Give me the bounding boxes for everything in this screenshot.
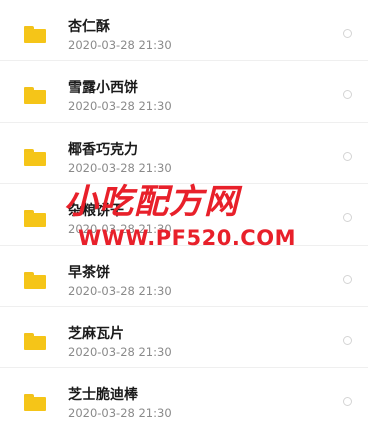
list-item[interactable]: 杂粮饼干 2020-03-28 21:30: [0, 184, 368, 246]
list-item[interactable]: 椰香巧克力 2020-03-28 21:30: [0, 123, 368, 185]
folder-icon: [24, 271, 46, 289]
select-radio-icon[interactable]: [343, 151, 352, 161]
folder-icon: [24, 148, 46, 166]
file-date: 2020-03-28 21:30: [68, 99, 172, 114]
folder-icon: [24, 26, 46, 43]
list-item[interactable]: 雪露小西饼 2020-03-28 21:30: [0, 61, 368, 123]
file-list: 杏仁酥 2020-03-28 21:30 雪露小西饼 2020-03-28 21…: [0, 0, 368, 430]
file-date: 2020-03-28 21:30: [68, 283, 172, 298]
file-date: 2020-03-28 21:30: [68, 160, 172, 175]
folder-icon: [24, 210, 46, 228]
select-radio-icon[interactable]: [343, 274, 352, 284]
file-date: 2020-03-28 21:30: [68, 38, 172, 52]
select-radio-icon[interactable]: [343, 213, 352, 223]
list-item[interactable]: 芝麻瓦片 2020-03-28 21:30: [0, 307, 368, 369]
select-radio-icon[interactable]: [343, 90, 352, 100]
file-name: 芝麻瓦片: [68, 325, 124, 342]
select-radio-icon[interactable]: [343, 335, 352, 345]
file-name: 雪露小西饼: [68, 80, 138, 97]
file-name: 早茶饼: [68, 264, 110, 281]
folder-icon: [24, 394, 46, 412]
list-item[interactable]: 早茶饼 2020-03-28 21:30: [0, 246, 368, 307]
file-date: 2020-03-28 21:30: [68, 406, 172, 421]
folder-icon: [24, 87, 46, 105]
file-name: 杏仁酥: [68, 19, 110, 35]
file-date: 2020-03-28 21:30: [68, 222, 172, 237]
list-item[interactable]: 杏仁酥 2020-03-28 21:30: [0, 0, 368, 62]
folder-icon: [24, 332, 46, 350]
file-name: 椰香巧克力: [68, 141, 138, 158]
select-radio-icon[interactable]: [343, 397, 352, 407]
file-name: 杂粮饼干: [68, 203, 124, 220]
file-name: 芝士脆迪棒: [68, 387, 138, 404]
file-date: 2020-03-28 21:30: [68, 344, 172, 359]
select-radio-icon[interactable]: [343, 29, 352, 38]
list-item[interactable]: 芝士脆迪棒 2020-03-28 21:30: [0, 368, 368, 429]
